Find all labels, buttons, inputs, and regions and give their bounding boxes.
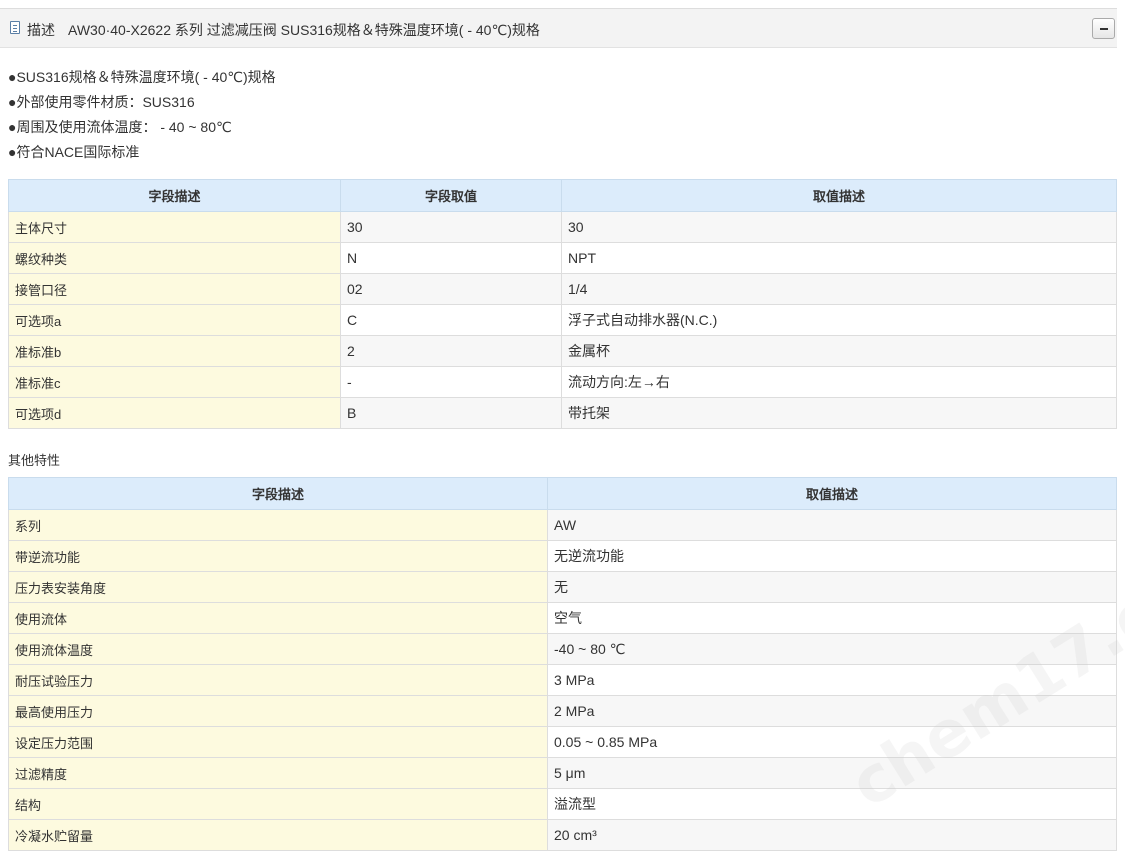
field-name-cell: 使用流体温度 [8,633,548,665]
value-desc-cell: 无逆流功能 [547,540,1117,572]
tab-description[interactable]: 描述 [27,20,55,40]
feature-bullet-1: ●SUS316规格＆特殊温度环境( - 40℃)规格 [8,69,276,85]
column-header-field-desc: 字段描述 [8,477,548,510]
field-name-cell: 使用流体 [8,602,548,634]
other-features-label: 其他特性 [8,453,61,468]
minus-icon [1100,28,1108,30]
other-features-table: 字段描述 取值描述 系列 AW 带逆流功能 无逆流功能 压力表安装角度 无 使用… [8,477,1117,851]
value-desc-cell: 5 μm [547,757,1117,789]
table-row: 可选项d B 带托架 [8,397,1117,429]
document-icon [10,21,20,34]
field-name-cell: 准标准c [8,366,341,398]
field-value-cell: 02 [340,273,562,305]
value-desc-cell: 3 MPa [547,664,1117,696]
column-header-field-desc: 字段描述 [8,179,341,212]
field-value-cell: - [340,366,562,398]
table-row: 使用流体温度 -40 ~ 80 ℃ [8,633,1117,665]
field-value-cell: B [340,397,562,429]
spec-table: 字段描述 字段取值 取值描述 主体尺寸 30 30 螺纹种类 N NPT 接管口… [8,179,1117,429]
table-row: 螺纹种类 N NPT [8,242,1117,274]
field-name-cell: 主体尺寸 [8,211,341,243]
field-value-cell: C [340,304,562,336]
field-name-cell: 耐压试验压力 [8,664,548,696]
value-desc-cell: NPT [561,242,1117,274]
value-desc-cell: AW [547,509,1117,541]
table-row: 过滤精度 5 μm [8,757,1117,789]
value-desc-cell: -40 ~ 80 ℃ [547,633,1117,665]
field-name-cell: 带逆流功能 [8,540,548,572]
table-row: 可选项a C 浮子式自动排水器(N.C.) [8,304,1117,336]
column-header-value-desc: 取值描述 [561,179,1117,212]
value-desc-cell: 流动方向:左→右 [561,366,1117,398]
table-row: 使用流体 空气 [8,602,1117,634]
value-desc-cell: 无 [547,571,1117,603]
value-desc-cell: 30 [561,211,1117,243]
table-row: 压力表安装角度 无 [8,571,1117,603]
table-row: 耐压试验压力 3 MPa [8,664,1117,696]
column-header-value-desc: 取值描述 [547,477,1117,510]
value-desc-cell: 2 MPa [547,695,1117,727]
field-name-cell: 可选项d [8,397,341,429]
field-name-cell: 压力表安装角度 [8,571,548,603]
value-desc-cell: 金属杯 [561,335,1117,367]
field-name-cell: 冷凝水贮留量 [8,819,548,851]
field-name-cell: 过滤精度 [8,757,548,789]
table-row: 带逆流功能 无逆流功能 [8,540,1117,572]
field-name-cell: 设定压力范围 [8,726,548,758]
table-row: 准标准b 2 金属杯 [8,335,1117,367]
value-desc-cell: 溢流型 [547,788,1117,820]
field-name-cell: 可选项a [8,304,341,336]
table-row: 系列 AW [8,509,1117,541]
feature-bullet-4: ●符合NACE国际标准 [8,144,140,160]
field-name-cell: 准标准b [8,335,341,367]
table-row: 主体尺寸 30 30 [8,211,1117,243]
spec-table-header-row: 字段描述 字段取值 取值描述 [8,179,1117,212]
field-name-cell: 系列 [8,509,548,541]
table-row: 最高使用压力 2 MPa [8,695,1117,727]
field-name-cell: 接管口径 [8,273,341,305]
field-value-cell: 30 [340,211,562,243]
column-header-field-value: 字段取值 [340,179,562,212]
table-row: 冷凝水贮留量 20 cm³ [8,819,1117,851]
table-row: 准标准c - 流动方向:左→右 [8,366,1117,398]
field-name-cell: 结构 [8,788,548,820]
value-desc-cell: 20 cm³ [547,819,1117,851]
panel-title: AW30·40-X2622 系列 过滤减压阀 SUS316规格＆特殊温度环境( … [68,22,540,38]
panel-header: 描述 AW30·40-X2622 系列 过滤减压阀 SUS316规格＆特殊温度环… [0,8,1117,48]
value-desc-cell: 带托架 [561,397,1117,429]
other-table-header-row: 字段描述 取值描述 [8,477,1117,510]
table-row: 设定压力范围 0.05 ~ 0.85 MPa [8,726,1117,758]
field-name-cell: 最高使用压力 [8,695,548,727]
value-desc-cell: 0.05 ~ 0.85 MPa [547,726,1117,758]
table-row: 结构 溢流型 [8,788,1117,820]
value-desc-cell: 1/4 [561,273,1117,305]
table-row: 接管口径 02 1/4 [8,273,1117,305]
field-value-cell: N [340,242,562,274]
feature-bullet-2: ●外部使用零件材质：SUS316 [8,94,195,110]
collapse-button[interactable] [1092,18,1115,39]
value-desc-cell: 浮子式自动排水器(N.C.) [561,304,1117,336]
feature-bullet-3: ●周围及使用流体温度： - 40 ~ 80℃ [8,119,232,135]
field-value-cell: 2 [340,335,562,367]
field-name-cell: 螺纹种类 [8,242,341,274]
value-desc-cell: 空气 [547,602,1117,634]
